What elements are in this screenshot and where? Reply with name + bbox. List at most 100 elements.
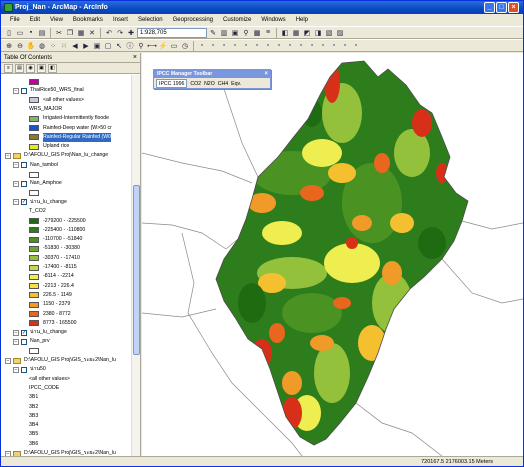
options-icon[interactable]: ◧: [48, 64, 57, 73]
list-by-drawing-order-icon[interactable]: ≡: [4, 64, 13, 73]
layout-tool-3-icon[interactable]: ▫: [219, 41, 229, 51]
zoom-in-icon[interactable]: ⊕: [4, 41, 14, 51]
paste-icon[interactable]: ▦: [76, 28, 86, 38]
raster-icon[interactable]: ▧: [324, 28, 334, 38]
list-by-visibility-icon[interactable]: ◉: [26, 64, 35, 73]
toc-layer-row[interactable]: − ✓ น่าน_lu_change: [13, 328, 67, 337]
zoom-out-icon[interactable]: ⊖: [15, 41, 25, 51]
fixed-zoom-out-icon[interactable]: ⁙: [59, 41, 69, 51]
menu-customize[interactable]: Customize: [218, 14, 256, 26]
menu-file[interactable]: File: [5, 14, 25, 26]
toc-layer-row[interactable]: − ✓ น่าน_lu_change: [13, 198, 67, 207]
table-icon[interactable]: ▥: [219, 28, 229, 38]
layout-tool-13-icon[interactable]: ▫: [329, 41, 339, 51]
toc-layer-row[interactable]: − Nan_tambol: [13, 161, 58, 170]
toc-close-icon[interactable]: ×: [133, 53, 137, 63]
toc-layer-row[interactable]: − Nan_Amphoe: [13, 179, 62, 188]
layout-tool-6-icon[interactable]: ▫: [252, 41, 262, 51]
expand-collapse-icon[interactable]: −: [13, 366, 19, 373]
layout-tool-9-icon[interactable]: ▫: [285, 41, 295, 51]
toc-data-frame-group[interactable]: − D:\AFOLU_GIS Proj\GIS_ระยะ2\Nan_lu: [5, 449, 116, 456]
layer-visibility-checkbox[interactable]: [21, 338, 27, 345]
identify-icon[interactable]: ⓘ: [125, 41, 135, 51]
menu-help[interactable]: Help: [291, 14, 313, 26]
menu-bookmarks[interactable]: Bookmarks: [68, 14, 108, 26]
menu-insert[interactable]: Insert: [108, 14, 133, 26]
map-view[interactable]: [142, 53, 523, 456]
html-popup-icon[interactable]: ▭: [169, 41, 179, 51]
layout-tool-10-icon[interactable]: ▫: [296, 41, 306, 51]
catalog-icon[interactable]: ▣: [230, 28, 240, 38]
redo-icon[interactable]: ↷: [115, 28, 125, 38]
layer-icon[interactable]: ◩: [302, 28, 312, 38]
toc-scrollbar[interactable]: [131, 75, 140, 456]
grid-icon[interactable]: ▦: [291, 28, 301, 38]
find-icon[interactable]: ⚲: [136, 41, 146, 51]
clear-selection-icon[interactable]: ▢: [103, 41, 113, 51]
layout-tool-11-icon[interactable]: ▫: [307, 41, 317, 51]
expand-collapse-icon[interactable]: −: [13, 180, 19, 187]
save-icon[interactable]: ▪: [26, 28, 36, 38]
toc-layer-row[interactable]: − Nan_prv: [13, 337, 50, 346]
forward-icon[interactable]: ▶: [81, 41, 91, 51]
layer-visibility-checkbox[interactable]: ✓: [21, 199, 27, 206]
layout-tool-15-icon[interactable]: ▫: [351, 41, 361, 51]
toc-data-frame-group[interactable]: − D:\AFOLU_GIS Proj\GIS_ระยะ2\Nan_lu: [5, 356, 116, 365]
expand-collapse-icon[interactable]: −: [13, 329, 19, 336]
undo-icon[interactable]: ↶: [104, 28, 114, 38]
arctoolbox-icon[interactable]: ▩: [252, 28, 262, 38]
expand-collapse-icon[interactable]: −: [13, 338, 19, 345]
print-icon[interactable]: ▤: [37, 28, 47, 38]
layout-tool-1-icon[interactable]: ▫: [197, 41, 207, 51]
python-icon[interactable]: ≡: [263, 28, 273, 38]
layout-tool-7-icon[interactable]: ▫: [263, 41, 273, 51]
layout-tool-8-icon[interactable]: ▫: [274, 41, 284, 51]
layer-visibility-checkbox[interactable]: [21, 366, 27, 373]
model-builder-icon[interactable]: ◧: [280, 28, 290, 38]
layout-tool-14-icon[interactable]: ▫: [340, 41, 350, 51]
maximize-button[interactable]: □: [496, 2, 507, 13]
identify-results-icon[interactable]: ◨: [313, 28, 323, 38]
toc-data-frame-group[interactable]: − D:\AFOLU_GIS Proj\Nan_lu_change: [5, 151, 108, 160]
time-slider-icon[interactable]: ◷: [180, 41, 190, 51]
ipcc-n2o-button[interactable]: N2O: [204, 81, 215, 87]
toc-layer-row[interactable]: − น่าน50: [13, 365, 46, 374]
ipcc-toolbar-close-icon[interactable]: ×: [264, 70, 268, 78]
minimize-button[interactable]: _: [484, 2, 495, 13]
layout-tool-4-icon[interactable]: ▫: [230, 41, 240, 51]
add-data-icon[interactable]: ✚: [126, 28, 136, 38]
editor-toolbar-icon[interactable]: ▨: [335, 28, 345, 38]
ipcc-version-select[interactable]: IPCC 1996: [156, 79, 188, 88]
delete-icon[interactable]: ✕: [87, 28, 97, 38]
measure-icon[interactable]: ⟷: [147, 41, 157, 51]
map-scale-select[interactable]: 1:928,705: [137, 27, 207, 38]
menu-selection[interactable]: Selection: [133, 14, 168, 26]
menu-geoprocessing[interactable]: Geoprocessing: [168, 14, 218, 26]
menu-windows[interactable]: Windows: [256, 14, 290, 26]
layout-tool-2-icon[interactable]: ▫: [208, 41, 218, 51]
search-icon[interactable]: ⚲: [241, 28, 251, 38]
toc-scrollbar-thumb[interactable]: [133, 185, 140, 355]
ipcc-ch4-button[interactable]: CH4: [218, 81, 228, 87]
menu-view[interactable]: View: [45, 14, 68, 26]
back-icon[interactable]: ◀: [70, 41, 80, 51]
ipcc-eqv-button[interactable]: Eqv.: [231, 81, 241, 87]
list-by-selection-icon[interactable]: ▣: [37, 64, 46, 73]
ipcc-co2-button[interactable]: CO2: [190, 81, 201, 87]
menu-edit[interactable]: Edit: [25, 14, 45, 26]
close-button[interactable]: ×: [508, 2, 519, 13]
hyperlink-icon[interactable]: ⚡: [158, 41, 168, 51]
select-features-icon[interactable]: ▣: [92, 41, 102, 51]
open-icon[interactable]: ▭: [15, 28, 25, 38]
editor-icon[interactable]: ✎: [208, 28, 218, 38]
new-document-icon[interactable]: ▯: [4, 28, 14, 38]
layout-tool-12-icon[interactable]: ▫: [318, 41, 328, 51]
copy-icon[interactable]: ❐: [65, 28, 75, 38]
list-by-source-icon[interactable]: ▤: [15, 64, 24, 73]
layer-visibility-checkbox[interactable]: [21, 180, 27, 187]
expand-collapse-icon[interactable]: −: [5, 152, 11, 159]
expand-collapse-icon[interactable]: −: [13, 87, 19, 94]
select-elements-icon[interactable]: ↖: [114, 41, 124, 51]
layer-visibility-checkbox[interactable]: [21, 87, 27, 94]
fixed-zoom-in-icon[interactable]: ⁘: [48, 41, 58, 51]
